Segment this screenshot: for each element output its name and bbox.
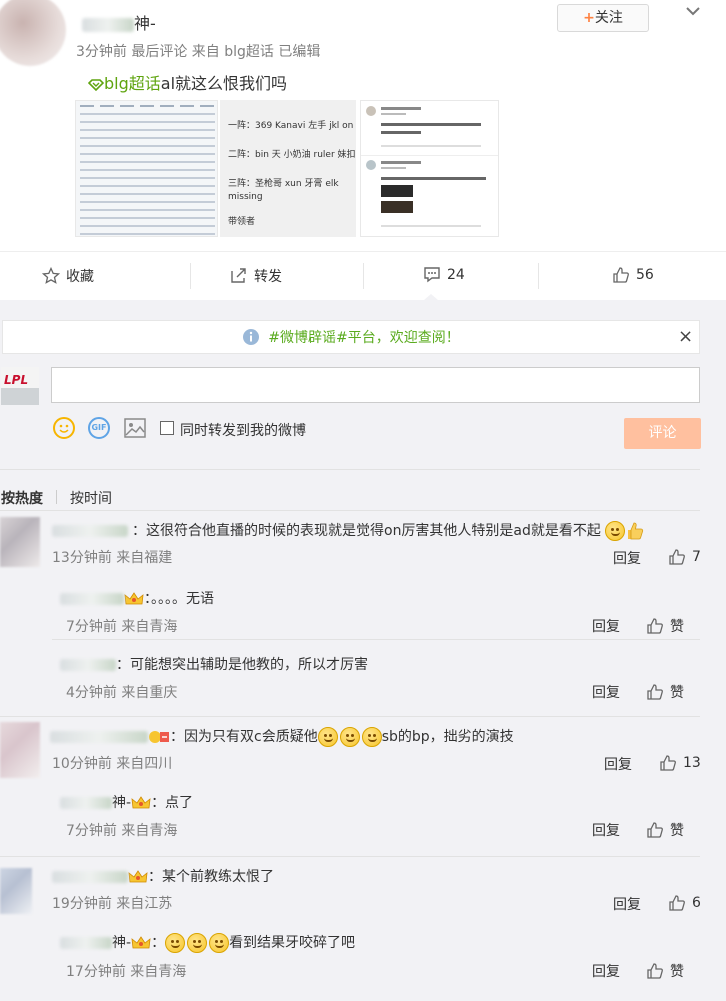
reply-item: 神-：看到结果牙咬碎了吧 17分钟前 来自青海 回复 赞 [52,924,700,990]
commenter-avatar[interactable] [0,722,40,778]
comment-body: ：因为只有双c会质疑他 sb的bp，拙劣的演技 [50,726,514,747]
submit-comment-button[interactable]: 评论 [624,418,701,449]
star-icon [42,267,60,284]
reply-item: ：。。。。无语 7分钟前 来自青海 回复 赞 [52,578,700,640]
post-image-1[interactable] [75,100,218,237]
comment-like-button[interactable]: 7 [668,548,701,566]
commenter-name[interactable] [50,731,148,743]
replier-name[interactable] [60,797,112,809]
fan-badge-icon [149,731,169,743]
smile-emoji-icon [165,933,186,953]
comment-input[interactable] [51,367,700,403]
comment-body: ：这很符合他直播的时候的表现就是觉得on厉害其他人特别是ad就是看不起 [52,520,645,541]
thumbs-up-icon [647,618,663,634]
replier-name[interactable] [60,937,112,949]
commenter-name[interactable] [52,871,128,883]
reply-button[interactable]: 回复 [592,961,620,981]
reply-item: 神- ：点了 7分钟前 来自青海 回复 赞 [52,784,700,846]
thumbs-up-icon [647,963,663,979]
rumor-notice-bar[interactable]: #微博辟谣#平台，欢迎查阅！ [2,320,700,354]
more-chevron-icon[interactable] [684,2,702,20]
thumbs-up-icon [613,267,629,283]
thumbs-up-icon [669,895,685,911]
emoji-picker-icon[interactable] [53,417,75,439]
smile-emoji-icon [209,933,230,953]
reply-button[interactable]: 回复 [592,820,620,840]
image-upload-icon[interactable] [124,418,146,442]
like-post-button[interactable]: 56 [612,266,654,284]
supertopic-icon [87,78,105,91]
crown-badge-icon [128,870,148,883]
reply-button[interactable]: 回复 [613,548,641,568]
sort-by-hot-tab[interactable]: 按热度 [1,488,43,508]
favorite-button[interactable]: 收藏 [42,266,94,286]
reply-button[interactable]: 回复 [604,754,632,774]
comment-tab-button[interactable]: 24 [423,266,465,284]
reply-button[interactable]: 回复 [592,682,620,702]
post-image-3[interactable] [360,100,499,237]
post-image-2[interactable]: 一阵：369 Kanavi 左手 jkl on 二阵：bin 天 小奶油 rul… [220,100,356,237]
comment-icon [424,267,440,283]
sync-forward-label: 同时转发到我的微博 [180,423,306,439]
thumbs-up-icon [647,684,663,700]
author-name[interactable]: 神- [82,10,156,34]
comment-meta: 19分钟前 来自江苏 [52,896,173,912]
comment-like-button[interactable]: 13 [659,754,701,772]
reply-like-button[interactable]: 赞 [646,682,684,702]
forward-button[interactable]: 转发 [230,266,282,286]
comment-body: ：某个前教练太恨了 [52,866,274,886]
crown-badge-icon [124,592,144,605]
thumbs-up-icon [660,755,676,771]
smile-emoji-icon [187,933,208,953]
comment-meta: 13分钟前 来自福建 [52,550,173,566]
close-icon[interactable]: × [678,326,693,347]
post-text: blg超话al就这么恨我们吗 [87,70,287,94]
comment-meta: 10分钟前 来自四川 [52,756,173,772]
reply-button[interactable]: 回复 [613,894,641,914]
commenter-name[interactable] [52,525,128,537]
gif-icon[interactable]: GIF [88,417,110,439]
thumbs-up-icon [647,822,663,838]
post-meta: 3分钟前 最后评论 来自 blg超话 已编辑 [76,44,321,60]
lpl-logo: LPL [4,373,29,387]
thumbs-up-emoji-icon [625,521,645,541]
reply-button[interactable]: 回复 [592,616,620,636]
sweat-emoji-icon [605,521,626,541]
commenter-avatar[interactable] [0,868,32,914]
topic-link[interactable]: blg超话 [87,74,161,93]
crown-badge-icon [131,796,151,809]
forward-icon [231,268,246,283]
sort-by-time-tab[interactable]: 按时间 [70,488,112,508]
reply-like-button[interactable]: 赞 [646,961,684,981]
comment-like-button[interactable]: 6 [668,894,701,912]
reply-like-button[interactable]: 赞 [646,616,684,636]
replier-name[interactable] [60,659,116,671]
plus-icon: + [583,10,595,26]
reply-item: ：可能想突出辅助是他教的，所以才厉害 4分钟前 来自重庆 回复 赞 [52,644,700,706]
author-avatar[interactable] [0,0,66,66]
replier-name[interactable] [60,593,124,605]
smile-emoji-icon [361,727,382,747]
sync-forward-checkbox[interactable] [160,421,174,435]
crown-badge-icon [131,936,151,949]
smile-emoji-icon [317,727,338,747]
reply-like-button[interactable]: 赞 [646,820,684,840]
info-icon [243,329,260,345]
thumbs-up-icon [669,549,685,565]
commenter-avatar[interactable] [0,517,40,567]
follow-button[interactable]: +关注 [557,4,649,32]
user-avatar[interactable]: LPL [1,367,39,405]
smile-emoji-icon [339,727,360,747]
